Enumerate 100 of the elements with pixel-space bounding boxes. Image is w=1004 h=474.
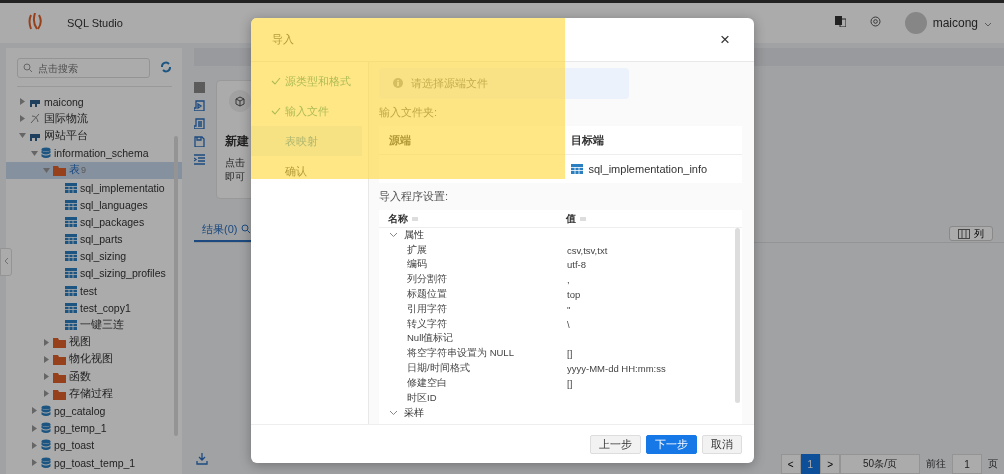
caret-right-icon <box>42 355 50 363</box>
search-field[interactable]: 点击搜索 <box>17 58 150 78</box>
table-cell: sql_implementation_info <box>588 163 708 175</box>
tree-item[interactable]: 视图 <box>6 333 182 351</box>
search-icon <box>23 63 33 73</box>
card-title: 新建 <box>225 133 249 150</box>
property-name: 修建空白 <box>407 376 447 388</box>
tree-item[interactable]: pg_temp_1 <box>6 419 182 437</box>
property-name: 列分割符 <box>407 273 447 285</box>
collapse-handle[interactable] <box>0 248 12 276</box>
tree-item[interactable]: pg_catalog <box>6 402 182 420</box>
group-label[interactable]: 属性 <box>404 228 424 243</box>
property-name: 标题位置 <box>407 288 447 300</box>
caret-right-icon <box>30 441 38 449</box>
dialog-button[interactable]: 上一步 <box>590 434 641 454</box>
table-icon <box>570 164 583 174</box>
columns-button[interactable]: 列 <box>949 226 993 241</box>
chevron-down-icon <box>389 232 398 239</box>
check-icon <box>271 77 281 85</box>
sort-icon <box>412 216 418 221</box>
column-header: 目标端 <box>560 126 742 155</box>
database-icon <box>41 456 51 469</box>
card-text: 点击 <box>225 156 245 170</box>
cube-icon <box>235 95 245 107</box>
refresh-icon <box>160 60 172 73</box>
tree-item[interactable]: 一键三连 <box>6 316 182 334</box>
property-name: 时区ID <box>407 391 437 403</box>
caret-down-icon <box>18 132 26 140</box>
page-unit-label: 页 <box>987 457 999 471</box>
tree-item[interactable]: 国际物流 <box>6 110 182 128</box>
group-label[interactable]: 采样 <box>404 405 424 420</box>
dialog-button[interactable]: 取消 <box>702 434 742 454</box>
chevron-down-icon <box>389 409 398 416</box>
property-value: top <box>567 289 581 301</box>
property-value: , <box>567 274 570 286</box>
column-header: 名称 <box>388 211 408 226</box>
page-size-select[interactable]: 50条/页 <box>840 454 920 474</box>
save-icon[interactable] <box>194 136 205 147</box>
leaf-icon <box>29 113 41 125</box>
tree-item[interactable]: sql_parts <box>6 230 182 248</box>
chevron-down-icon <box>984 22 992 27</box>
next-button[interactable]: 下一步 <box>646 434 697 454</box>
tree-item[interactable]: test <box>6 282 182 300</box>
column-header: 源端 <box>379 126 561 155</box>
tree-item[interactable]: 存储过程 <box>6 385 182 403</box>
tree-item[interactable]: maicong <box>6 93 182 111</box>
next-page-button[interactable]: > <box>820 454 840 474</box>
goto-label: 前往 <box>925 457 947 471</box>
tree-item[interactable]: pg_toast <box>6 436 182 454</box>
table-icon <box>65 285 77 296</box>
folder-icon <box>53 164 66 177</box>
property-name: 日期/时间格式 <box>407 362 470 374</box>
user-menu[interactable]: maicong <box>904 12 992 34</box>
database-icon <box>41 422 51 435</box>
document-icon[interactable] <box>194 118 205 129</box>
caret-right-icon <box>30 459 38 467</box>
caret-right-icon <box>42 390 50 398</box>
property-value: [] <box>567 377 573 389</box>
tree-item[interactable]: sql_packages <box>6 213 182 231</box>
folder-icon <box>53 336 66 349</box>
run-file-icon[interactable] <box>194 100 205 111</box>
caret-right-icon <box>18 115 26 123</box>
caret-down-icon <box>30 149 38 157</box>
database-icon <box>41 439 51 452</box>
avatar-icon <box>904 12 927 34</box>
caret-right-icon <box>30 407 38 415</box>
tree-item[interactable]: sql_implementatio <box>6 178 182 197</box>
folder-icon <box>53 370 66 383</box>
settings-label: 导入程序设置: <box>379 189 450 204</box>
database-icon <box>41 404 51 417</box>
tree-item[interactable]: information_schema <box>6 144 182 162</box>
property-name: 转义字符 <box>407 317 447 329</box>
tree-item[interactable]: pg_toast_temp_1 <box>6 453 182 472</box>
previous-page-button[interactable]: < <box>780 454 801 474</box>
tree-item[interactable]: 函数 <box>6 368 182 386</box>
database-icon <box>41 147 51 160</box>
folder-icon <box>53 387 66 400</box>
caret-right-icon <box>42 373 50 381</box>
close-button[interactable]: × <box>716 29 734 50</box>
caret-right-icon <box>30 424 38 432</box>
tree-item[interactable]: 网站平台 <box>6 127 182 145</box>
property-name: Null值标记 <box>407 332 454 344</box>
logo-icon <box>28 13 43 30</box>
property-value: csv,tsv,txt <box>567 244 608 256</box>
scrollbar[interactable] <box>735 228 740 403</box>
table-icon <box>65 251 77 262</box>
columns-icon <box>958 228 970 239</box>
check-icon <box>271 107 281 115</box>
column-header: 值 <box>566 211 576 226</box>
page-input[interactable]: 1 <box>952 454 982 474</box>
table-icon <box>65 268 77 279</box>
tree-item[interactable]: test_copy1 <box>6 299 182 317</box>
table-icon <box>65 216 77 227</box>
tree-item[interactable]: 物化视图 <box>6 350 182 368</box>
list-indent-icon[interactable] <box>194 154 205 165</box>
caret-right-icon <box>42 338 50 346</box>
tree-item[interactable]: sql_languages <box>6 196 182 214</box>
page-button[interactable]: 1 <box>800 454 821 474</box>
property-value: utf-8 <box>567 259 586 271</box>
caret-down-icon <box>42 166 50 174</box>
